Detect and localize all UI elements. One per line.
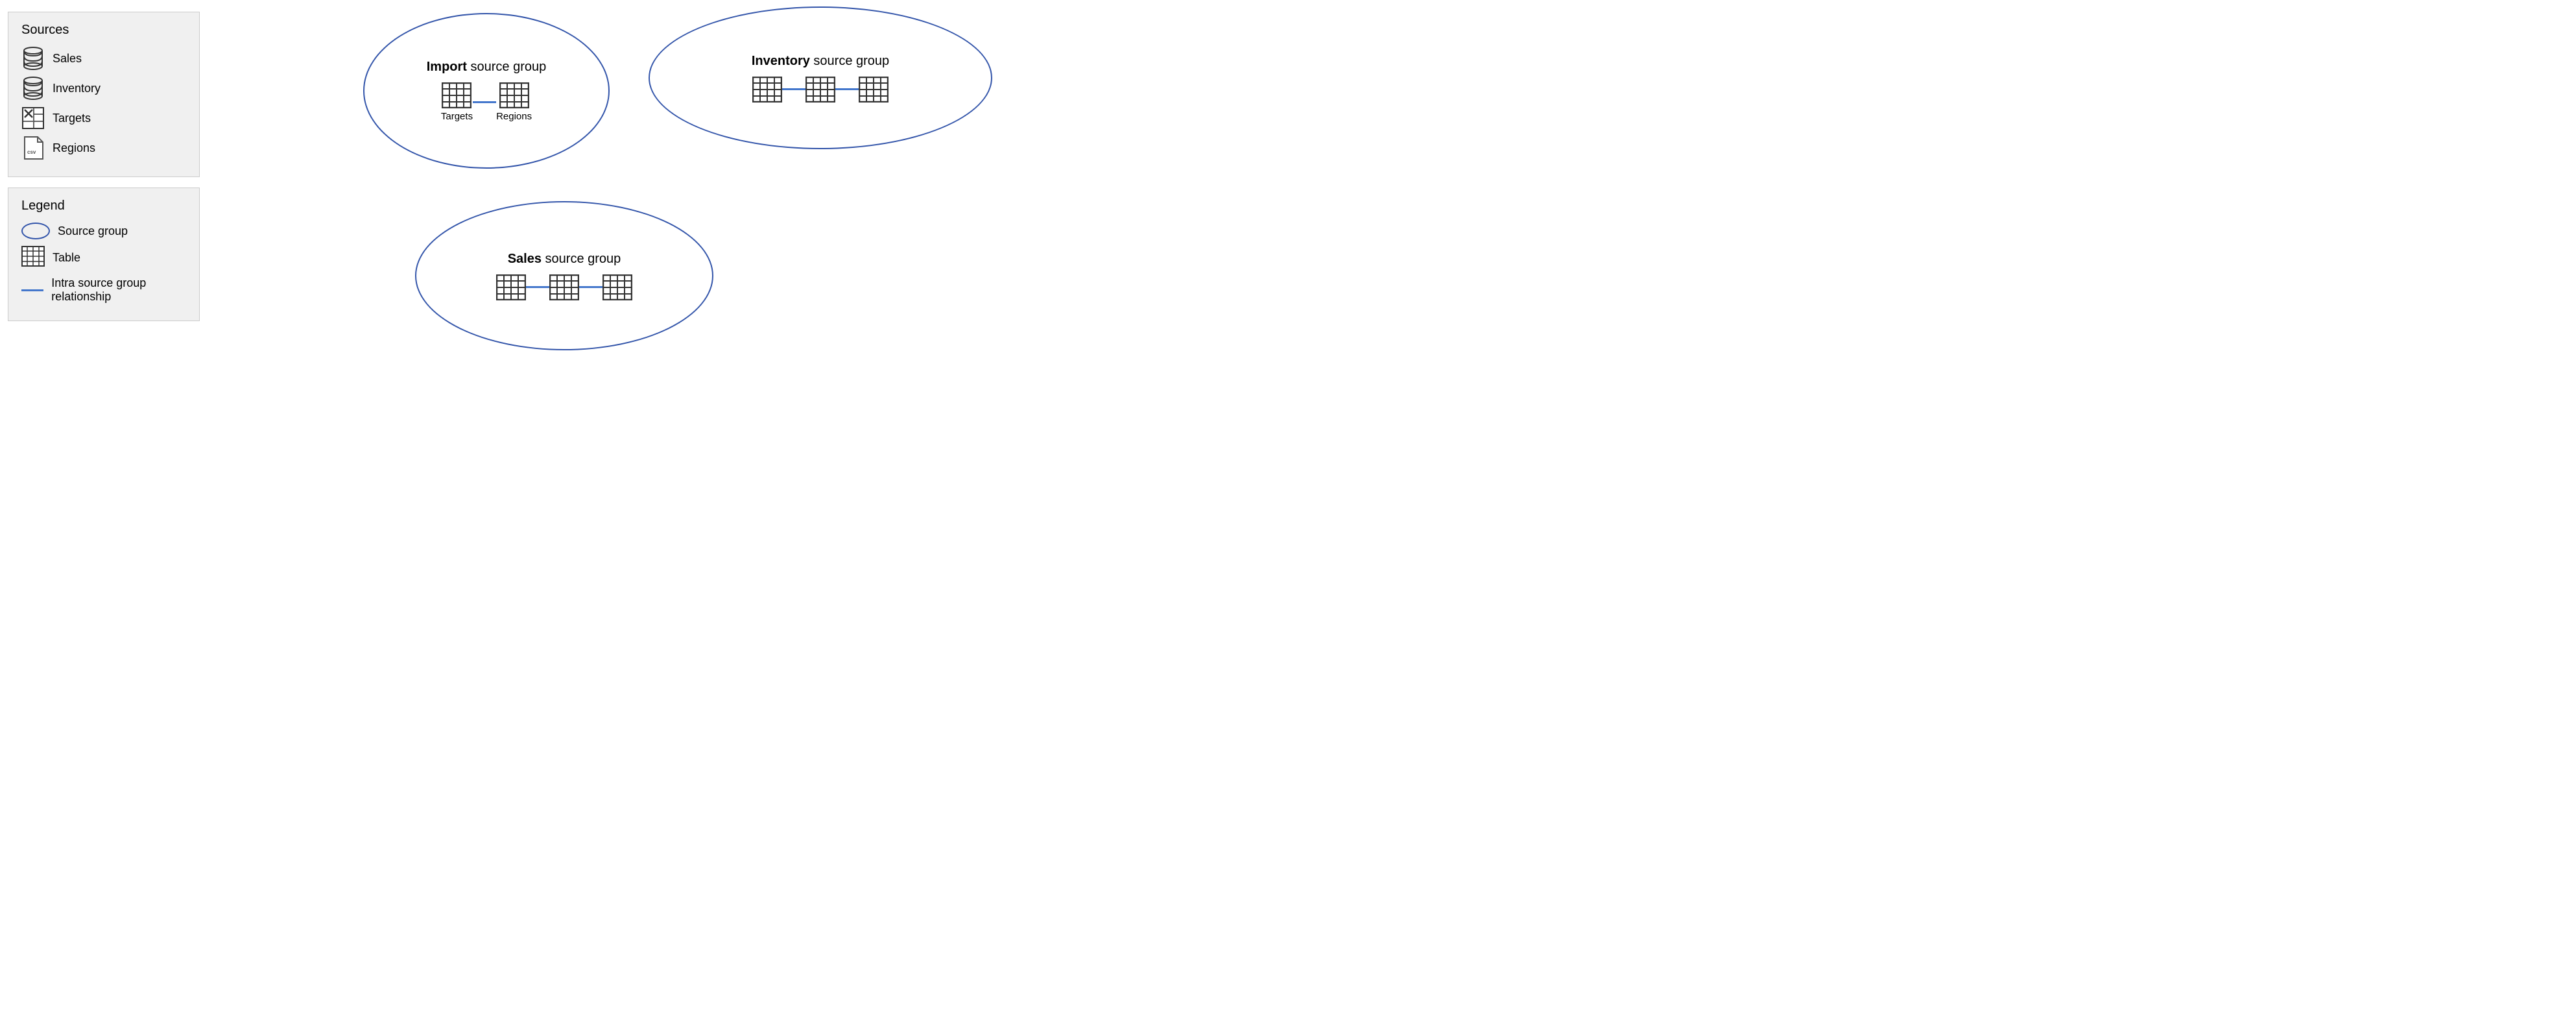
sources-panel: Sources Sales <box>8 12 200 177</box>
sales-connector-1 <box>526 286 549 288</box>
legend-label-table: Table <box>53 251 80 265</box>
legend-item-source-group: Source group <box>21 223 186 239</box>
import-connector <box>473 101 496 103</box>
import-tables: Targets Regions <box>441 82 532 122</box>
legend-title: Legend <box>21 199 186 213</box>
import-table-regions: Regions <box>496 82 532 122</box>
table-icon <box>859 77 888 103</box>
inventory-source-group: Inventory source group <box>649 6 992 149</box>
import-source-group: Import source group Targets <box>363 13 610 169</box>
sales-group-title: Sales source group <box>508 252 621 267</box>
csv-icon-regions: csv <box>21 136 45 160</box>
svg-text:csv: csv <box>27 149 36 155</box>
source-item-targets: Targets <box>21 106 186 130</box>
table-icon <box>549 274 579 300</box>
table-icon <box>442 82 471 108</box>
legend-label-source-group: Source group <box>58 224 128 238</box>
source-label-regions: Regions <box>53 141 95 155</box>
excel-icon-targets <box>21 106 45 130</box>
diagram-area: Import source group Targets <box>208 0 1288 513</box>
source-item-inventory: Inventory <box>21 77 186 100</box>
inventory-group-title: Inventory source group <box>752 54 889 69</box>
sources-title: Sources <box>21 23 186 38</box>
inventory-connector-1 <box>782 88 805 90</box>
table-icon <box>602 274 632 300</box>
legend-item-table: Table <box>21 246 186 270</box>
import-target-label: Targets <box>441 111 473 122</box>
table-icon <box>752 77 782 103</box>
source-label-sales: Sales <box>53 52 82 66</box>
legend-item-relationship: Intra source group relationship <box>21 276 186 304</box>
import-regions-label: Regions <box>496 111 532 122</box>
legend-table-icon <box>21 246 45 270</box>
legend-panel: Legend Source group Table <box>8 187 200 321</box>
database-icon-sales <box>21 47 45 70</box>
database-icon-inventory <box>21 77 45 100</box>
sales-source-group: Sales source group <box>415 201 713 350</box>
table-icon <box>496 274 526 300</box>
source-label-targets: Targets <box>53 112 91 125</box>
left-panel: Sources Sales <box>0 0 208 513</box>
legend-line-icon <box>21 289 43 291</box>
source-item-regions: csv Regions <box>21 136 186 160</box>
source-label-inventory: Inventory <box>53 82 101 95</box>
source-item-sales: Sales <box>21 47 186 70</box>
table-icon <box>499 82 529 108</box>
import-group-title: Import source group <box>427 60 547 75</box>
import-table-targets: Targets <box>441 82 473 122</box>
inventory-tables <box>752 77 888 103</box>
table-icon <box>805 77 835 103</box>
legend-oval-icon <box>21 223 50 239</box>
sales-tables <box>496 274 632 300</box>
sales-connector-2 <box>579 286 602 288</box>
legend-label-relationship: Intra source group relationship <box>51 276 186 304</box>
inventory-connector-2 <box>835 88 859 90</box>
